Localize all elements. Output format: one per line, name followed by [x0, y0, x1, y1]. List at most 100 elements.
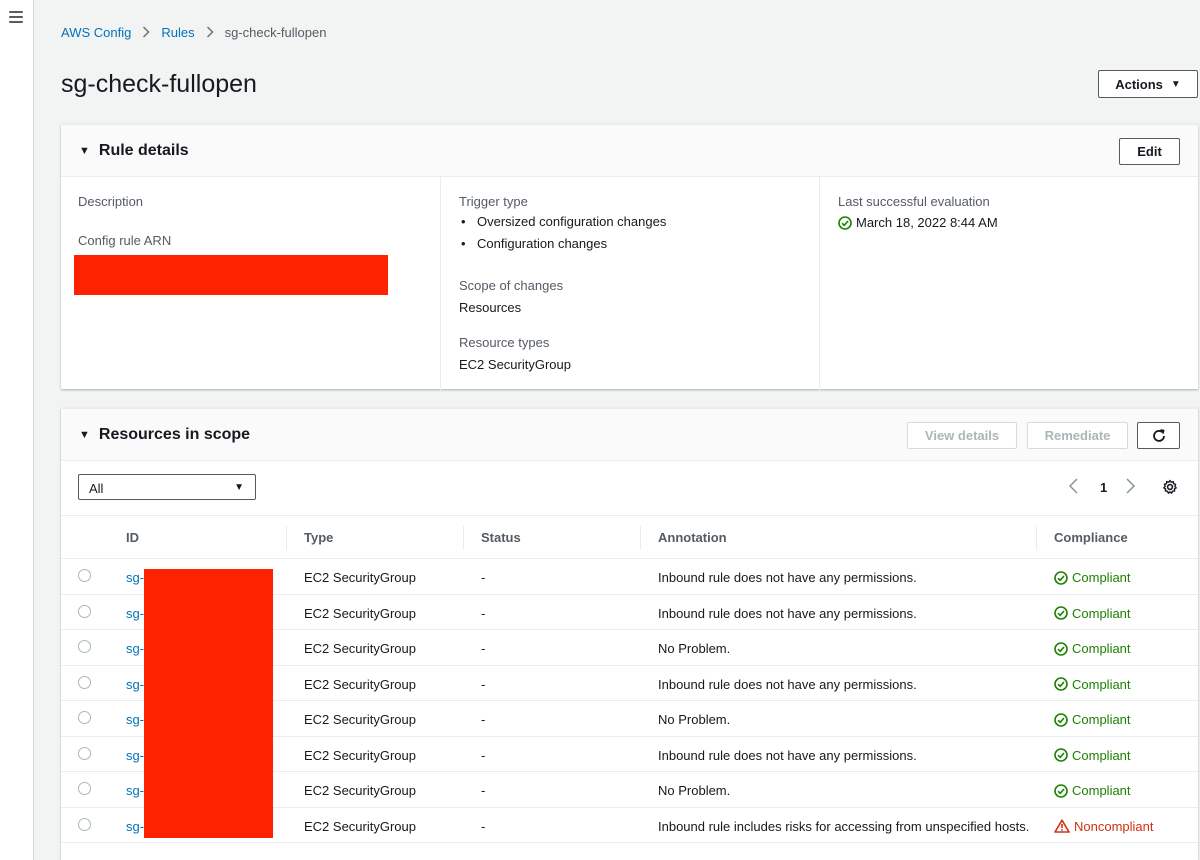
resource-id-link[interactable]: sg- [126, 677, 144, 692]
rule-details-toggle[interactable]: ▼ Rule details [79, 142, 189, 160]
row-select-radio[interactable] [78, 640, 91, 653]
resource-annotation: No Problem. [658, 712, 731, 727]
trigger-type-label: Trigger type [459, 194, 528, 209]
page-title: sg-check-fullopen [61, 70, 257, 98]
description-label: Description [78, 194, 144, 209]
trigger-type-item: Configuration changes [459, 233, 666, 255]
check-circle-icon [1054, 712, 1068, 727]
edit-button[interactable]: Edit [1119, 138, 1180, 165]
column-header-type[interactable]: Type [304, 530, 333, 545]
resource-annotation: Inbound rule does not have any permissio… [658, 747, 917, 763]
chevron-right-icon [142, 26, 150, 38]
compliance-label: Compliant [1072, 605, 1131, 621]
compliance-status: Compliant [1054, 783, 1131, 798]
column-divider [640, 526, 641, 550]
resource-type: EC2 SecurityGroup [304, 818, 416, 834]
row-select-radio[interactable] [78, 746, 91, 760]
left-navigation-rail [0, 0, 34, 860]
rule-details-column-1: Description Config rule ARN [61, 177, 439, 390]
resource-annotation: No Problem. [658, 641, 731, 656]
column-header-status[interactable]: Status [481, 530, 521, 545]
compliance-label: Compliant [1072, 641, 1131, 656]
remediate-button[interactable]: Remediate [1027, 422, 1128, 449]
row-select-radio[interactable] [78, 675, 91, 689]
resource-type: EC2 SecurityGroup [304, 712, 416, 727]
resource-id-link[interactable]: sg- [126, 570, 144, 585]
rule-details-column-2: Trigger type Oversized configuration cha… [440, 177, 819, 390]
check-circle-icon [1054, 606, 1068, 620]
compliance-status: Compliant [1054, 748, 1131, 763]
check-circle-icon [1054, 641, 1068, 656]
refresh-button[interactable] [1137, 422, 1180, 449]
compliance-status: Compliant [1054, 712, 1131, 727]
row-select-radio[interactable] [78, 817, 91, 831]
resource-status: - [481, 818, 486, 834]
filter-select-value: All [89, 481, 104, 496]
resource-annotation: Inbound rule does not have any permissio… [658, 676, 917, 692]
compliance-label: Noncompliant [1074, 818, 1154, 834]
column-header-id[interactable]: ID [126, 530, 139, 545]
resource-id-link[interactable]: sg- [126, 712, 144, 727]
row-select-radio[interactable] [78, 569, 91, 582]
breadcrumb-rules[interactable]: Rules [161, 25, 194, 40]
rule-details-panel: ▼ Rule details Edit Description Config r… [61, 124, 1198, 390]
resource-status: - [481, 570, 486, 585]
resource-annotation: Inbound rule does not have any permissio… [658, 570, 917, 585]
gear-icon[interactable] [1162, 479, 1178, 495]
compliance-label: Compliant [1072, 570, 1131, 585]
redacted-ids [144, 569, 273, 838]
redacted-arn [74, 255, 388, 295]
resource-annotation: Inbound rule includes risks for accessin… [658, 818, 1030, 834]
caret-down-icon: ▼ [234, 482, 244, 493]
column-divider [286, 526, 287, 550]
resource-id-link[interactable]: sg- [126, 783, 144, 798]
actions-button[interactable]: Actions ▼ [1098, 70, 1198, 98]
resource-type: EC2 SecurityGroup [304, 676, 416, 692]
chevron-right-icon[interactable] [1123, 477, 1137, 495]
check-circle-icon [1054, 570, 1068, 585]
resource-type: EC2 SecurityGroup [304, 605, 416, 621]
resource-annotation: Inbound rule does not have any permissio… [658, 605, 917, 621]
caret-down-icon: ▼ [79, 145, 90, 157]
chevron-right-icon [206, 26, 214, 38]
trigger-type-list: Oversized configuration changes Configur… [459, 211, 666, 255]
check-circle-icon [1054, 748, 1068, 762]
rule-details-title: Rule details [98, 142, 189, 159]
resource-types-value: EC2 SecurityGroup [459, 357, 571, 372]
resources-title: Resources in scope [98, 426, 251, 443]
filter-select[interactable]: All ▼ [78, 474, 256, 500]
view-details-button[interactable]: View details [907, 422, 1017, 449]
row-select-radio[interactable] [78, 782, 91, 795]
breadcrumb-current: sg-check-fullopen [224, 24, 327, 40]
compliance-status: Compliant [1054, 641, 1131, 656]
resource-status: - [481, 747, 486, 763]
column-header-compliance[interactable]: Compliance [1054, 530, 1128, 545]
page-number[interactable]: 1 [1100, 480, 1107, 495]
column-header-annotation[interactable]: Annotation [658, 530, 727, 545]
row-select-radio[interactable] [78, 604, 91, 618]
resource-types-label: Resource types [459, 335, 550, 350]
rule-details-header: ▼ Rule details Edit [61, 125, 1198, 177]
resource-annotation: No Problem. [658, 783, 731, 798]
row-select-radio[interactable] [78, 711, 91, 724]
hamburger-menu-icon[interactable] [9, 11, 23, 23]
actions-button-label: Actions [1115, 76, 1163, 92]
compliance-label: Compliant [1072, 747, 1131, 763]
resource-id-link[interactable]: sg- [126, 641, 144, 656]
column-divider [1036, 526, 1037, 550]
check-circle-icon [1054, 783, 1068, 798]
resource-id-link[interactable]: sg- [126, 606, 144, 621]
resource-status: - [481, 676, 486, 692]
resource-id-link[interactable]: sg- [126, 748, 144, 763]
rule-details-column-3: Last successful evaluation March 18, 202… [819, 177, 1198, 390]
compliance-label: Compliant [1072, 712, 1131, 727]
breadcrumb-aws-config[interactable]: AWS Config [61, 25, 131, 40]
resource-status: - [481, 605, 486, 621]
resources-toggle[interactable]: ▼ Resources in scope [79, 426, 250, 444]
resource-id-link[interactable]: sg- [126, 819, 144, 834]
scope-of-changes-label: Scope of changes [459, 278, 564, 293]
resource-status: - [481, 712, 486, 727]
trigger-type-item: Oversized configuration changes [459, 211, 666, 233]
compliance-status: Compliant [1054, 606, 1131, 621]
chevron-left-icon[interactable] [1067, 477, 1081, 495]
